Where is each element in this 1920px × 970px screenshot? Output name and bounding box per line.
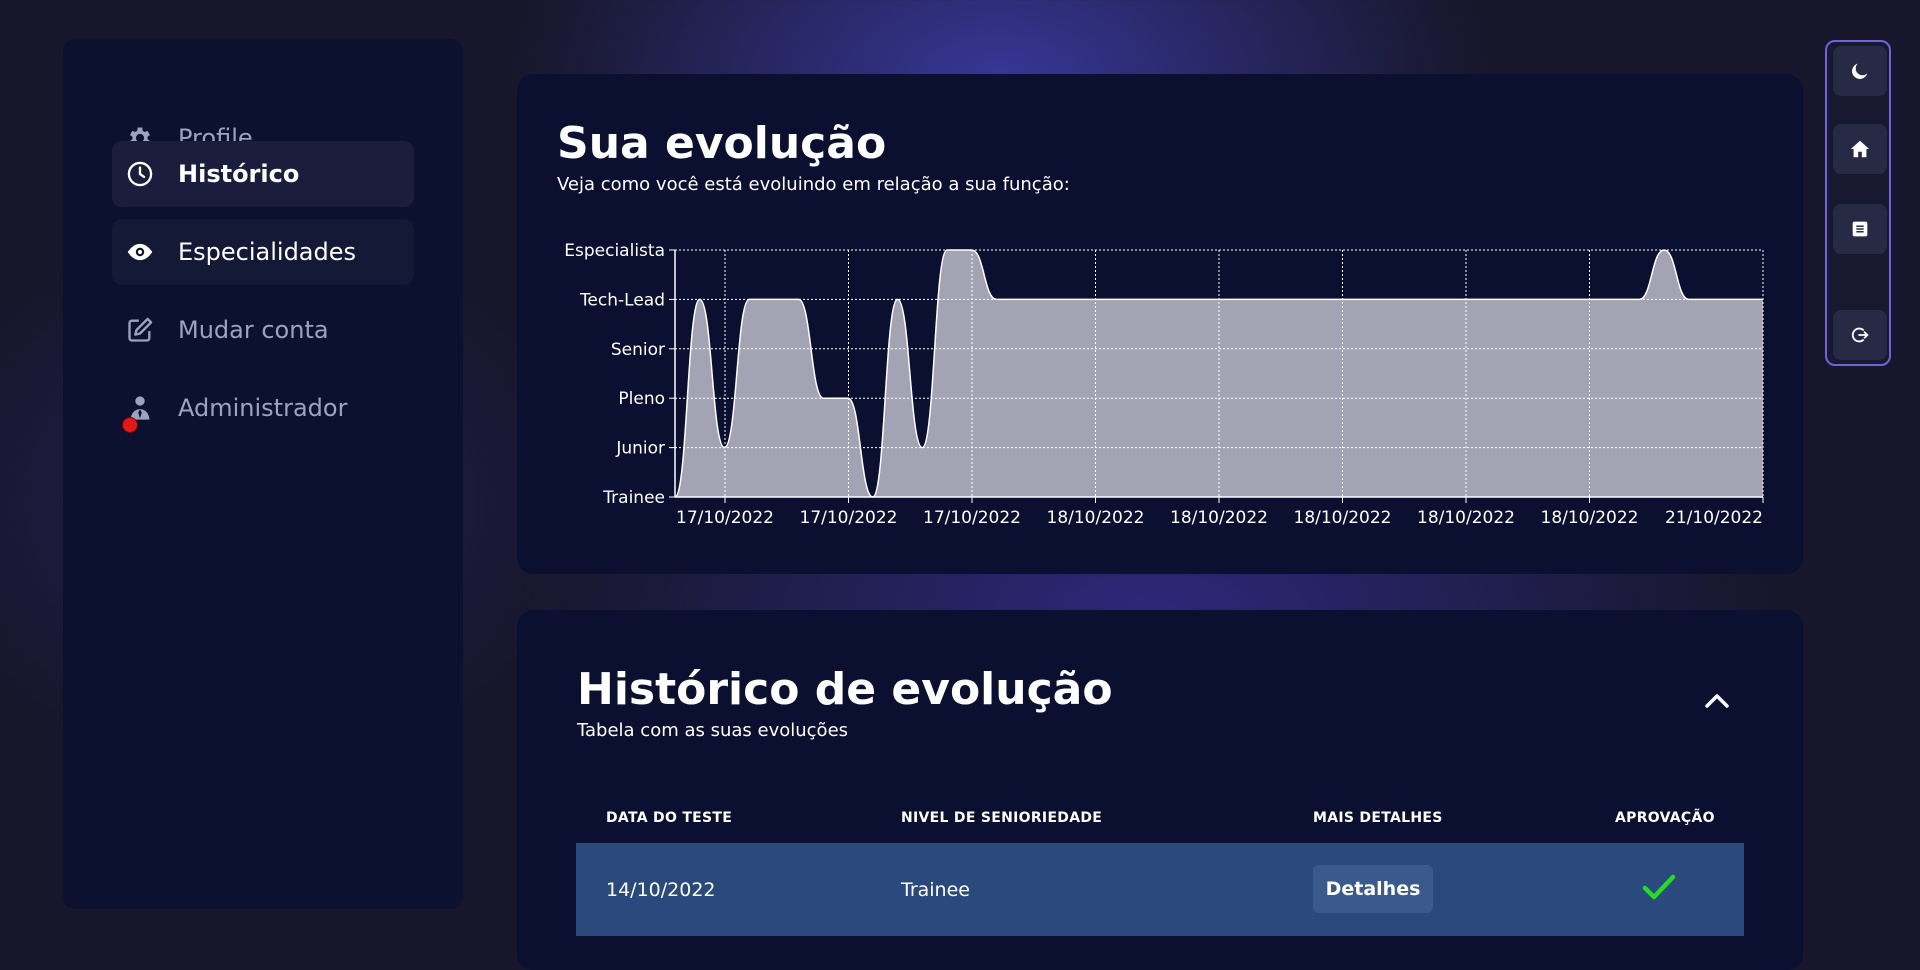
sidebar-item-label: Administrador bbox=[178, 394, 348, 422]
logout-button[interactable] bbox=[1833, 310, 1887, 360]
level-cell: Trainee bbox=[901, 879, 970, 901]
check-icon bbox=[1642, 874, 1676, 900]
y-tick-label: Tech-Lead bbox=[579, 290, 665, 310]
y-tick-label: Senior bbox=[611, 340, 665, 360]
column-header-approval: APROVAÇÃO bbox=[1615, 810, 1715, 826]
eye-icon bbox=[127, 243, 153, 261]
y-tick-label: Especialista bbox=[564, 241, 665, 261]
x-tick-label: 17/10/2022 bbox=[923, 508, 1021, 528]
x-tick-label: 21/10/2022 bbox=[1665, 508, 1763, 528]
x-tick-label: 18/10/2022 bbox=[1294, 508, 1392, 528]
column-header-details: MAIS DETALHES bbox=[1313, 810, 1443, 826]
x-tick-label: 18/10/2022 bbox=[1417, 508, 1515, 528]
sidebar-item-historico[interactable]: Histórico bbox=[112, 141, 414, 207]
home-icon bbox=[1850, 140, 1870, 158]
x-tick-label: 18/10/2022 bbox=[1541, 508, 1639, 528]
section-title: Histórico de evolução bbox=[577, 664, 1113, 715]
logout-icon bbox=[1851, 327, 1869, 343]
right-toolbar bbox=[1825, 40, 1891, 366]
section-subtitle: Tabela com as suas evoluções bbox=[577, 720, 849, 741]
sidebar-item-mudar-conta[interactable]: Mudar conta bbox=[112, 297, 414, 363]
table-row: 14/10/2022 Trainee Detalhes bbox=[576, 843, 1744, 936]
x-tick-label: 17/10/2022 bbox=[676, 508, 774, 528]
theme-toggle-button[interactable] bbox=[1833, 46, 1887, 96]
evolution-chart: Trainee Junior Pleno Senior Tech-Lead Especia… bbox=[564, 241, 1764, 528]
sidebar-item-administrador[interactable]: Administrador bbox=[112, 375, 414, 441]
clock-icon bbox=[127, 161, 153, 187]
test-date-cell: 14/10/2022 bbox=[606, 879, 716, 901]
column-header-level: NIVEL DE SENIORIEDADE bbox=[901, 810, 1103, 826]
x-tick-label: 18/10/2022 bbox=[1047, 508, 1145, 528]
sidebar-item-label: Mudar conta bbox=[178, 316, 329, 344]
home-button[interactable] bbox=[1833, 124, 1887, 174]
chevron-up-icon[interactable] bbox=[1697, 680, 1737, 720]
moon-icon bbox=[1852, 63, 1868, 79]
list-icon bbox=[1852, 221, 1868, 237]
y-tick-label: Trainee bbox=[602, 488, 665, 508]
column-header-date: DATA DO TESTE bbox=[606, 810, 733, 826]
sidebar-item-label: Histórico bbox=[178, 160, 300, 188]
x-tick-label: 17/10/2022 bbox=[800, 508, 898, 528]
sidebar-item-especialidades[interactable]: Especialidades bbox=[112, 219, 414, 285]
y-tick-label: Junior bbox=[615, 439, 665, 459]
details-button[interactable]: Detalhes bbox=[1313, 865, 1433, 913]
x-tick-label: 18/10/2022 bbox=[1170, 508, 1268, 528]
evolution-card: Sua evolução Veja como você está evoluin… bbox=[517, 74, 1803, 574]
list-button[interactable] bbox=[1833, 204, 1887, 254]
edit-icon bbox=[128, 317, 153, 342]
sidebar: Profile Histórico Especialidades Mudar c… bbox=[63, 39, 463, 909]
notification-badge bbox=[122, 417, 138, 433]
sidebar-item-label: Especialidades bbox=[178, 238, 357, 266]
y-tick-label: Pleno bbox=[618, 389, 665, 409]
history-card: Histórico de evolução Tabela com as suas… bbox=[517, 610, 1803, 970]
